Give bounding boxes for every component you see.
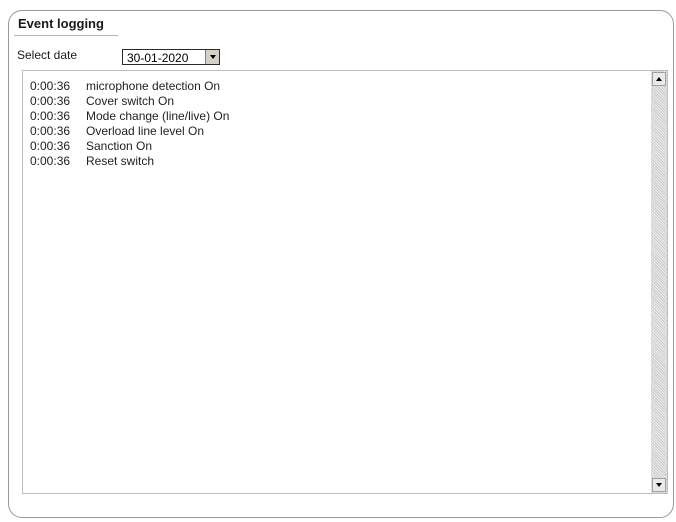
list-item: 0:00:36 Mode change (line/live) On <box>30 109 229 124</box>
event-time: 0:00:36 <box>30 154 71 168</box>
date-select-value: 30-01-2020 <box>127 51 189 65</box>
event-time: 0:00:36 <box>30 124 71 138</box>
list-item: 0:00:36 Cover switch On <box>30 94 229 109</box>
list-item: 0:00:36 Sanction On <box>30 139 229 154</box>
event-message: Reset switch <box>86 154 155 168</box>
event-time: 0:00:36 <box>30 109 71 123</box>
list-item: 0:00:36 microphone detection On <box>30 79 229 94</box>
event-time: 0:00:36 <box>30 94 71 108</box>
panel-title: Event logging <box>18 16 104 31</box>
scroll-down-arrow-icon[interactable] <box>652 478 666 492</box>
event-time: 0:00:36 <box>30 79 71 93</box>
event-log-rows: 0:00:36 microphone detection On 0:00:36 Co… <box>30 79 229 169</box>
event-message: microphone detection On <box>86 79 221 93</box>
event-message: Cover switch On <box>86 94 175 108</box>
list-item: 0:00:36 Overload line level On <box>30 124 229 139</box>
chevron-down-icon[interactable] <box>205 50 219 64</box>
scroll-up-arrow-icon[interactable] <box>652 72 666 86</box>
select-date-label: Select date <box>17 48 78 62</box>
title-divider <box>14 35 118 36</box>
date-select[interactable]: 30-01-2020 <box>122 49 220 65</box>
event-message: Overload line level On <box>86 124 205 138</box>
event-time: 0:00:36 <box>30 139 71 153</box>
event-message: Mode change (line/live) On <box>86 109 230 123</box>
event-message: Sanction On <box>86 139 153 153</box>
event-log-list[interactable]: 0:00:36 microphone detection On 0:00:36 Co… <box>22 70 668 494</box>
list-item: 0:00:36 Reset switch <box>30 154 229 169</box>
vertical-scrollbar[interactable] <box>651 71 667 493</box>
